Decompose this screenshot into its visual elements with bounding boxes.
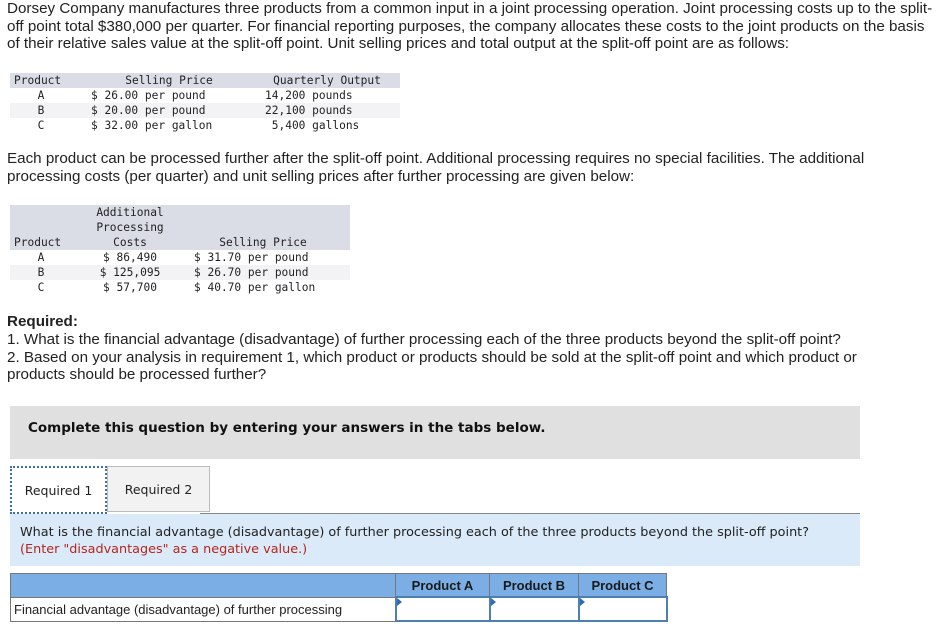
answer-cell-product-b[interactable]	[488, 596, 580, 622]
required-list: 1. What is the financial advantage (disa…	[7, 331, 917, 384]
product-c-input[interactable]	[579, 598, 666, 620]
col-header-product: Product	[10, 205, 84, 250]
cell-product: B	[10, 103, 84, 118]
answer-cell-product-a[interactable]	[394, 596, 491, 622]
tab-required-2[interactable]: Required 2	[107, 466, 210, 512]
table-row: B $ 20.00 per pound 22,100 pounds	[10, 103, 400, 118]
cell-selling-price: $ 31.70 per pound	[176, 250, 350, 265]
cell-output: 14,200 pounds	[254, 88, 400, 103]
answer-header-blank	[10, 573, 396, 598]
col-header-additional-costs: Additional Processing Costs	[84, 205, 176, 250]
further-processing-table: Product Additional Processing Costs Sell…	[10, 205, 350, 295]
required-item-1: 1. What is the financial advantage (disa…	[7, 331, 841, 348]
tab-required-1[interactable]: Required 1	[10, 466, 107, 514]
instruction-text: Complete this question by entering your …	[28, 420, 546, 436]
answer-header-product-b: Product B	[489, 573, 579, 598]
cell-selling-price: $ 32.00 per gallon	[84, 118, 254, 133]
product-a-input[interactable]	[396, 598, 489, 620]
col-header-selling-price: Selling Price	[84, 73, 254, 88]
cell-output: 22,100 pounds	[254, 103, 400, 118]
cell-additional-cost: $ 57,700	[84, 280, 176, 295]
answer-header-product-c: Product C	[578, 573, 667, 598]
further-processing-paragraph: Each product can be processed further af…	[7, 150, 865, 185]
table-row: A $ 26.00 per pound 14,200 pounds	[10, 88, 400, 103]
col-header-selling-price: Selling Price	[176, 205, 350, 250]
cell-output: 5,400 gallons	[254, 118, 400, 133]
tab-bar: Required 1 Required 2	[10, 466, 860, 514]
table-row: C $ 57,700 $ 40.70 per gallon	[10, 280, 350, 295]
table-row: A $ 86,490 $ 31.70 per pound	[10, 250, 350, 265]
instruction-banner: Complete this question by entering your …	[10, 406, 860, 459]
col-header-quarterly-output: Quarterly Output	[254, 73, 400, 88]
product-b-input[interactable]	[490, 598, 578, 620]
split-off-table: Product Selling Price Quarterly Output A…	[10, 73, 400, 133]
cell-product: A	[10, 250, 84, 265]
cell-product: A	[10, 88, 84, 103]
intro-paragraph: Dorsey Company manufactures three produc…	[7, 0, 933, 53]
answer-cell-product-c[interactable]	[577, 596, 668, 622]
table-row: B $ 125,095 $ 26.70 per pound	[10, 265, 350, 280]
table-row: C $ 32.00 per gallon 5,400 gallons	[10, 118, 400, 133]
cell-additional-cost: $ 86,490	[84, 250, 176, 265]
cell-selling-price: $ 40.70 per gallon	[176, 280, 350, 295]
col-header-product: Product	[10, 73, 84, 88]
cell-selling-price: $ 26.70 per pound	[176, 265, 350, 280]
cell-selling-price: $ 20.00 per pound	[84, 103, 254, 118]
cell-product: B	[10, 265, 84, 280]
question-note: (Enter "disadvantages" as a negative val…	[20, 542, 308, 557]
cell-product: C	[10, 118, 84, 133]
answer-row-label: Financial advantage (disadvantage) of fu…	[10, 596, 396, 622]
answer-row: Financial advantage (disadvantage) of fu…	[10, 596, 668, 622]
required-item-2: 2. Based on your analysis in requirement…	[7, 348, 857, 384]
question-text: What is the financial advantage (disadva…	[20, 525, 809, 540]
required-heading: Required:	[7, 313, 78, 330]
cell-additional-cost: $ 125,095	[84, 265, 176, 280]
question-box: What is the financial advantage (disadva…	[10, 514, 860, 566]
cell-product: C	[10, 280, 84, 295]
answer-header-product-a: Product A	[395, 573, 490, 598]
cell-selling-price: $ 26.00 per pound	[84, 88, 254, 103]
answer-table: Product A Product B Product C Financial …	[10, 573, 668, 622]
